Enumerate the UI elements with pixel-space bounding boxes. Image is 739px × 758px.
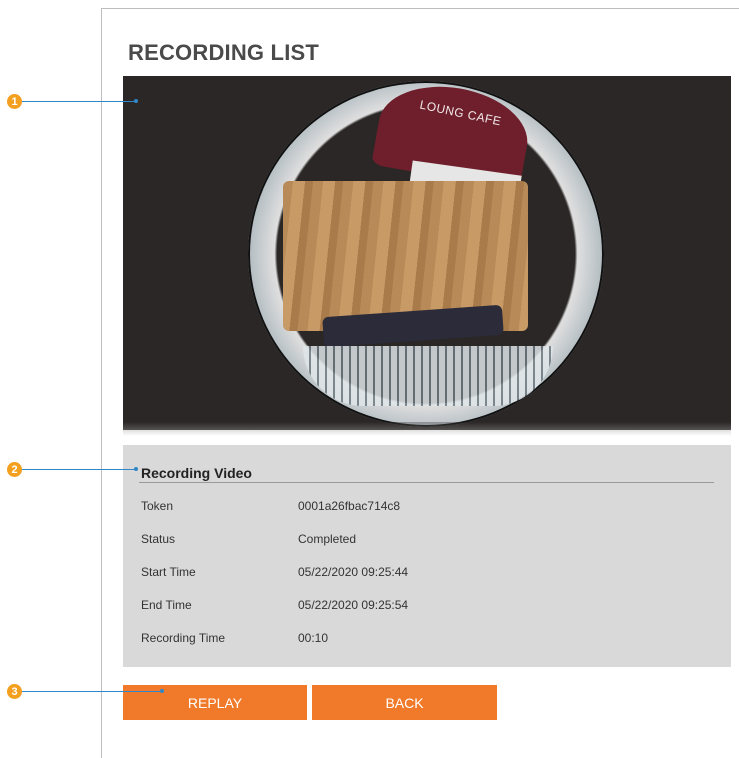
frame-left-border	[101, 8, 102, 758]
start-time-value: 05/22/2020 09:25:44	[298, 565, 409, 579]
callout-2-line	[22, 469, 136, 470]
callout-1-badge: 1	[7, 94, 22, 109]
video-shadow	[123, 422, 731, 436]
frame-top-border	[101, 8, 739, 9]
callout-2-badge: 2	[7, 462, 22, 477]
end-time-value: 05/22/2020 09:25:54	[298, 598, 409, 612]
callout-1-line	[22, 101, 136, 102]
recording-video-viewer[interactable]: LOUNG CAFE	[123, 76, 731, 430]
recording-time-value: 00:10	[298, 631, 329, 645]
info-divider	[139, 482, 714, 483]
status-value: Completed	[298, 532, 357, 546]
page-title: RECORDING LIST	[128, 40, 320, 65]
cafe-windows	[303, 346, 553, 406]
callout-3-dot	[160, 689, 164, 693]
callout-1-dot	[134, 99, 138, 103]
callout-3-badge: 3	[7, 684, 22, 699]
recording-info-panel: Recording Video Token 0001a26fbac714c8 S…	[123, 445, 731, 667]
callout-2-dot	[134, 467, 138, 471]
end-time-label: End Time	[141, 598, 192, 612]
callout-3-line	[22, 691, 162, 692]
token-label: Token	[141, 499, 174, 513]
back-button[interactable]: BACK	[312, 685, 497, 720]
token-value: 0001a26fbac714c8	[298, 499, 401, 513]
recording-time-label: Recording Time	[141, 631, 226, 645]
start-time-label: Start Time	[141, 565, 196, 579]
status-label: Status	[141, 532, 176, 546]
recording-video-title: Recording Video	[141, 465, 252, 481]
